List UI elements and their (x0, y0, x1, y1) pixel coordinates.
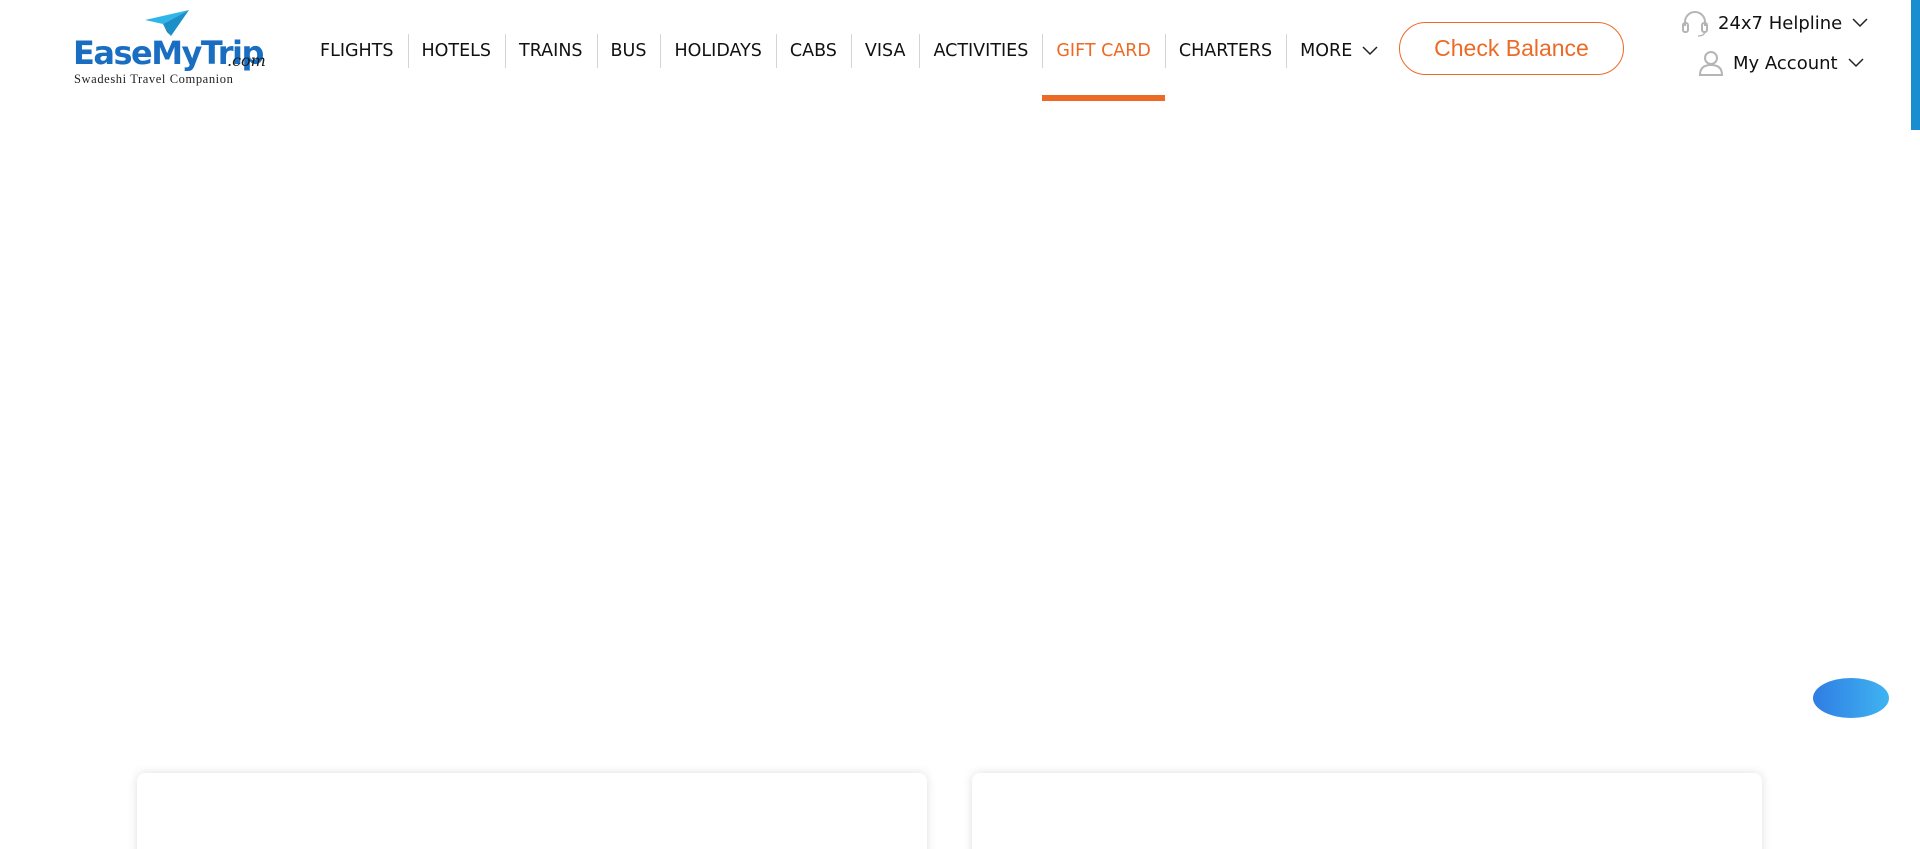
check-balance-button[interactable]: Check Balance (1399, 22, 1624, 75)
site-header: EaseMyTrip .com Swadeshi Travel Companio… (0, 0, 1920, 101)
nav-item-more[interactable]: MORE (1286, 33, 1392, 69)
headset-icon (1680, 9, 1710, 37)
chat-bubble-icon[interactable] (1813, 678, 1889, 718)
nav-more-label: MORE (1300, 41, 1353, 61)
nav-item-cabs[interactable]: CABS (775, 33, 851, 69)
nav-item-hotels[interactable]: HOTELS (407, 33, 506, 69)
page: EaseMyTrip .com Swadeshi Travel Companio… (0, 0, 1920, 849)
nav-item-holidays[interactable]: HOLIDAYS (660, 33, 775, 69)
chevron-down-icon (1852, 18, 1868, 28)
content-card-left (137, 773, 927, 849)
content-card-right (972, 773, 1762, 849)
nav-item-gift-card[interactable]: GIFT CARD (1042, 33, 1165, 101)
scrollbar-thumb[interactable] (1911, 0, 1920, 130)
chevron-down-icon (1848, 58, 1864, 68)
brand-suffix: .com (227, 51, 266, 70)
nav-item-activities[interactable]: ACTIVITIES (919, 33, 1042, 69)
nav-item-flights[interactable]: FLIGHTS (306, 33, 408, 69)
user-icon (1697, 49, 1725, 77)
helpline-menu[interactable]: 24x7 Helpline (1680, 9, 1868, 37)
brand-logo[interactable]: EaseMyTrip .com Swadeshi Travel Companio… (73, 6, 273, 90)
nav-item-visa[interactable]: VISA (850, 33, 920, 69)
account-menu[interactable]: My Account (1697, 49, 1864, 77)
nav-item-bus[interactable]: BUS (596, 33, 661, 69)
nav-item-trains[interactable]: TRAINS (505, 33, 596, 69)
brand-tagline: Swadeshi Travel Companion (74, 72, 234, 86)
account-label: My Account (1733, 52, 1838, 74)
helpline-label: 24x7 Helpline (1718, 12, 1843, 34)
chevron-down-icon (1362, 46, 1378, 56)
main-nav: FLIGHTS HOTELS TRAINS BUS HOLIDAYS CABS … (306, 30, 1392, 101)
nav-item-charters[interactable]: CHARTERS (1164, 33, 1286, 69)
